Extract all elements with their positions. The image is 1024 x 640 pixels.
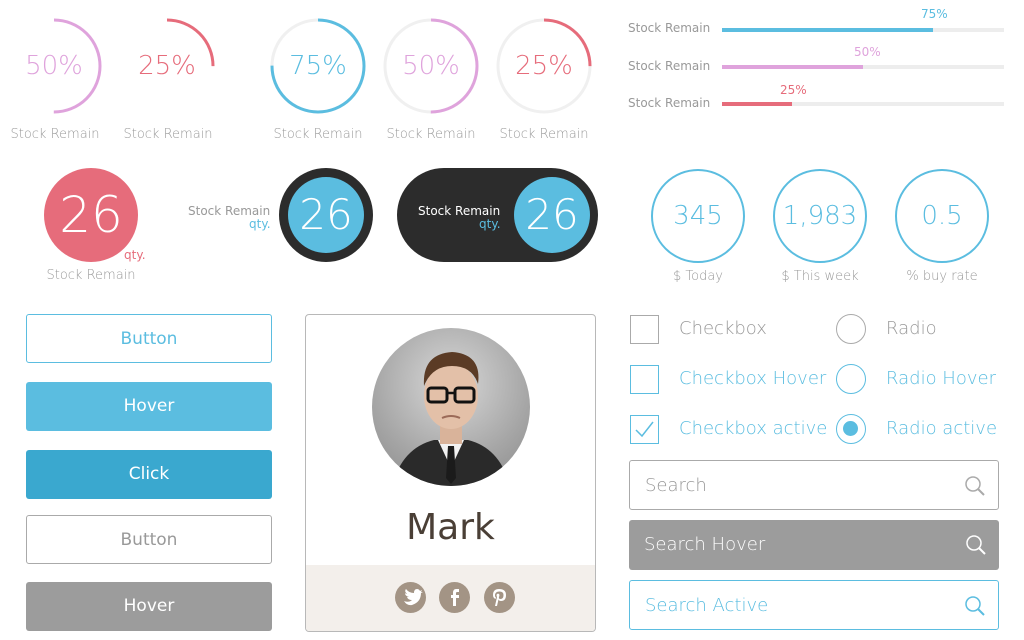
bar-label: Stock Remain [628, 59, 711, 73]
check-icon [635, 421, 654, 438]
bar-label: Stock Remain [628, 21, 711, 35]
search-icon[interactable] [964, 595, 986, 617]
radio-label: Radio [886, 318, 937, 339]
radio-dot [843, 421, 858, 436]
radio-hover-label: Radio Hover [886, 368, 996, 389]
search-input-hover[interactable]: Search Hover [629, 520, 999, 570]
stat-week: 1,983 [773, 169, 867, 263]
qty-caption: Stock Remain [46, 268, 136, 283]
gauge-75-blue: 75% [268, 16, 368, 116]
button-click[interactable]: Click [26, 450, 272, 499]
button-hover[interactable]: Hover [26, 382, 272, 431]
qty-number: 26 [299, 190, 353, 239]
bar-track [722, 28, 1004, 32]
bar-track [722, 102, 1004, 106]
search-input-active[interactable]: Search Active [629, 580, 999, 630]
gauge-percent: 75% [289, 51, 347, 81]
qty-number: 26 [59, 186, 123, 244]
qty-unit: qty. [124, 248, 146, 262]
radio-active[interactable] [836, 414, 866, 444]
twitter-icon[interactable] [395, 582, 426, 613]
qty-circle-blue: 26 [288, 177, 364, 253]
avatar [372, 328, 530, 486]
button-gray-normal[interactable]: Button [26, 515, 272, 564]
bar-label: Stock Remain [628, 96, 711, 110]
stat-caption: $ This week [781, 269, 859, 284]
facebook-icon[interactable] [439, 582, 470, 613]
search-icon[interactable] [964, 475, 986, 497]
checkbox-normal[interactable] [630, 315, 659, 344]
checkbox-label: Checkbox [679, 318, 767, 339]
bar-value: 25% [780, 83, 807, 97]
radio-normal[interactable] [836, 314, 866, 344]
qty-ring-dark: 26 [279, 168, 373, 262]
search-placeholder: Search Hover [644, 534, 766, 555]
gauge-50-pink: 50% [4, 16, 104, 116]
qty-circle-blue: 26 [514, 177, 590, 253]
gauge-percent: 25% [138, 51, 196, 81]
bar-fill [722, 102, 792, 106]
gauge-percent: 50% [402, 51, 460, 81]
gauge-caption: Stock Remain [273, 127, 363, 142]
bar-value: 50% [854, 45, 881, 59]
qty-unit: qty. [479, 217, 501, 231]
search-placeholder: Search Active [645, 595, 769, 616]
gauge-caption: Stock Remain [386, 127, 476, 142]
stat-caption: % buy rate [906, 269, 978, 284]
stat-today: 345 [651, 169, 745, 263]
bar-track [722, 65, 1004, 69]
checkbox-active[interactable] [630, 415, 659, 444]
bar-fill [722, 28, 933, 32]
search-placeholder: Search [645, 475, 707, 496]
qty-label: Stock Remain [418, 204, 501, 218]
qty-unit: qty. [249, 217, 271, 231]
gauge-percent: 25% [515, 51, 573, 81]
gauge-25-red: 25% [117, 16, 217, 116]
checkbox-active-label: Checkbox active [679, 418, 828, 439]
gauge-caption: Stock Remain [123, 127, 213, 142]
checkbox-hover-label: Checkbox Hover [679, 368, 827, 389]
search-input-normal[interactable]: Search [629, 460, 999, 510]
pinterest-icon[interactable] [484, 582, 515, 613]
profile-name: Mark [406, 507, 495, 548]
radio-hover[interactable] [836, 364, 866, 394]
stat-caption: $ Today [672, 269, 723, 284]
profile-card: Mark [305, 314, 596, 632]
qty-pill: Stock Remain qty. 26 [397, 168, 598, 262]
gauge-50-pink-track: 50% [381, 16, 481, 116]
search-icon[interactable] [965, 534, 987, 556]
button-normal[interactable]: Button [26, 314, 272, 363]
checkbox-hover[interactable] [630, 365, 659, 394]
gauge-caption: Stock Remain [10, 127, 100, 142]
gauge-25-red-track: 25% [494, 16, 594, 116]
radio-active-label: Radio active [886, 418, 998, 439]
button-gray-hover[interactable]: Hover [26, 582, 272, 631]
gauge-caption: Stock Remain [499, 127, 589, 142]
gauge-percent: 50% [25, 51, 83, 81]
bar-value: 75% [921, 7, 948, 21]
qty-number: 26 [525, 190, 579, 239]
bar-fill [722, 65, 863, 69]
qty-label: Stock Remain [188, 204, 271, 218]
social-bar [306, 565, 595, 631]
stat-buy-rate: 0.5 [895, 169, 989, 263]
